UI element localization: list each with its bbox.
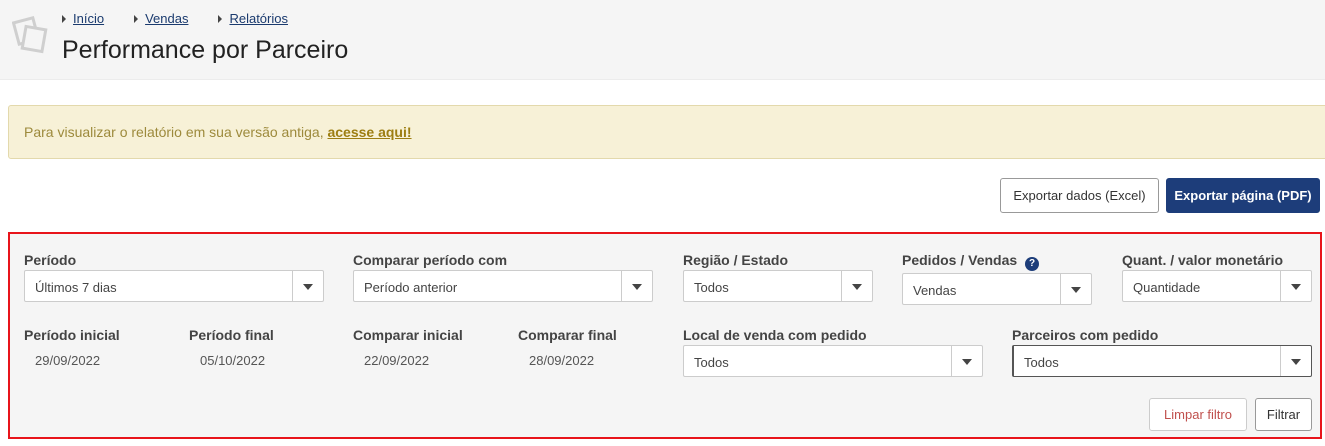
page-header: Início Vendas Relatórios Performance por…	[0, 0, 1325, 80]
chevron-down-icon	[1071, 287, 1081, 293]
local-venda-value: Todos	[694, 355, 729, 370]
caret-right-icon	[134, 14, 139, 23]
breadcrumb-item-relatorios: Relatórios	[218, 11, 288, 26]
regiao-label: Região / Estado	[683, 252, 789, 268]
caret-right-icon	[218, 14, 223, 23]
comparar-inicial-label: Comparar inicial	[353, 327, 463, 343]
periodo-inicial-value: 29/09/2022	[35, 353, 101, 368]
periodo-label: Período	[24, 252, 77, 268]
breadcrumb-item-vendas: Vendas	[134, 11, 188, 26]
app-logo-icon	[12, 15, 48, 54]
comparar-final-label: Comparar final	[518, 327, 617, 343]
help-icon[interactable]: ?	[1025, 257, 1039, 271]
export-excel-button[interactable]: Exportar dados (Excel)	[1000, 178, 1159, 213]
notice-text: Para visualizar o relatório em sua versã…	[24, 124, 324, 140]
filter-panel: Período Últimos 7 dias Comparar período …	[8, 232, 1322, 439]
breadcrumb: Início Vendas Relatórios	[62, 11, 318, 26]
pedidos-label: Pedidos / Vendas	[902, 252, 1018, 268]
comparar-value: Período anterior	[364, 280, 458, 295]
comparar-label: Comparar período com	[353, 252, 508, 268]
chevron-down-icon	[1291, 359, 1301, 365]
comparar-final-value: 28/09/2022	[529, 353, 595, 368]
regiao-select[interactable]: Todos	[683, 270, 873, 302]
export-pdf-button[interactable]: Exportar página (PDF)	[1166, 178, 1320, 213]
clear-filter-button[interactable]: Limpar filtro	[1149, 398, 1247, 431]
quant-label: Quant. / valor monetário	[1122, 252, 1284, 268]
quant-select[interactable]: Quantidade	[1122, 270, 1312, 302]
select-divider	[621, 271, 622, 301]
periodo-final-label: Período final	[189, 327, 274, 343]
caret-right-icon	[62, 14, 66, 23]
chevron-down-icon	[303, 284, 313, 290]
breadcrumb-link-vendas[interactable]: Vendas	[145, 11, 188, 26]
periodo-value: Últimos 7 dias	[35, 280, 117, 295]
parceiros-value: Todos	[1024, 355, 1059, 370]
comparar-inicial-value: 22/09/2022	[364, 353, 430, 368]
breadcrumb-link-relatorios[interactable]: Relatórios	[229, 11, 288, 26]
local-venda-select[interactable]: Todos	[683, 345, 983, 377]
pedidos-value: Vendas	[913, 283, 957, 298]
parceiros-label: Parceiros com pedido	[1012, 327, 1159, 343]
select-divider	[1060, 274, 1061, 304]
chevron-down-icon	[962, 359, 972, 365]
pedidos-select[interactable]: Vendas	[902, 273, 1092, 305]
chevron-down-icon	[632, 284, 642, 290]
quant-value: Quantidade	[1133, 280, 1201, 295]
breadcrumb-item-inicio: Início	[62, 11, 104, 26]
local-venda-label: Local de venda com pedido	[683, 327, 867, 343]
parceiros-select[interactable]: Todos	[1012, 345, 1312, 377]
page-title: Performance por Parceiro	[62, 36, 349, 64]
select-divider	[951, 346, 952, 376]
chevron-down-icon	[852, 284, 862, 290]
breadcrumb-link-inicio[interactable]: Início	[73, 11, 104, 26]
periodo-inicial-label: Período inicial	[24, 327, 120, 343]
select-divider	[292, 271, 293, 301]
select-divider	[841, 271, 842, 301]
filter-button[interactable]: Filtrar	[1255, 398, 1312, 431]
chevron-down-icon	[1291, 284, 1301, 290]
comparar-select[interactable]: Período anterior	[353, 270, 653, 302]
regiao-value: Todos	[694, 280, 729, 295]
select-divider	[1280, 346, 1281, 376]
select-divider	[1280, 271, 1281, 301]
periodo-final-value: 05/10/2022	[200, 353, 266, 368]
periodo-select[interactable]: Últimos 7 dias	[24, 270, 324, 302]
legacy-version-link[interactable]: acesse aqui!	[327, 124, 411, 140]
legacy-version-notice: Para visualizar o relatório em sua versã…	[8, 105, 1325, 159]
